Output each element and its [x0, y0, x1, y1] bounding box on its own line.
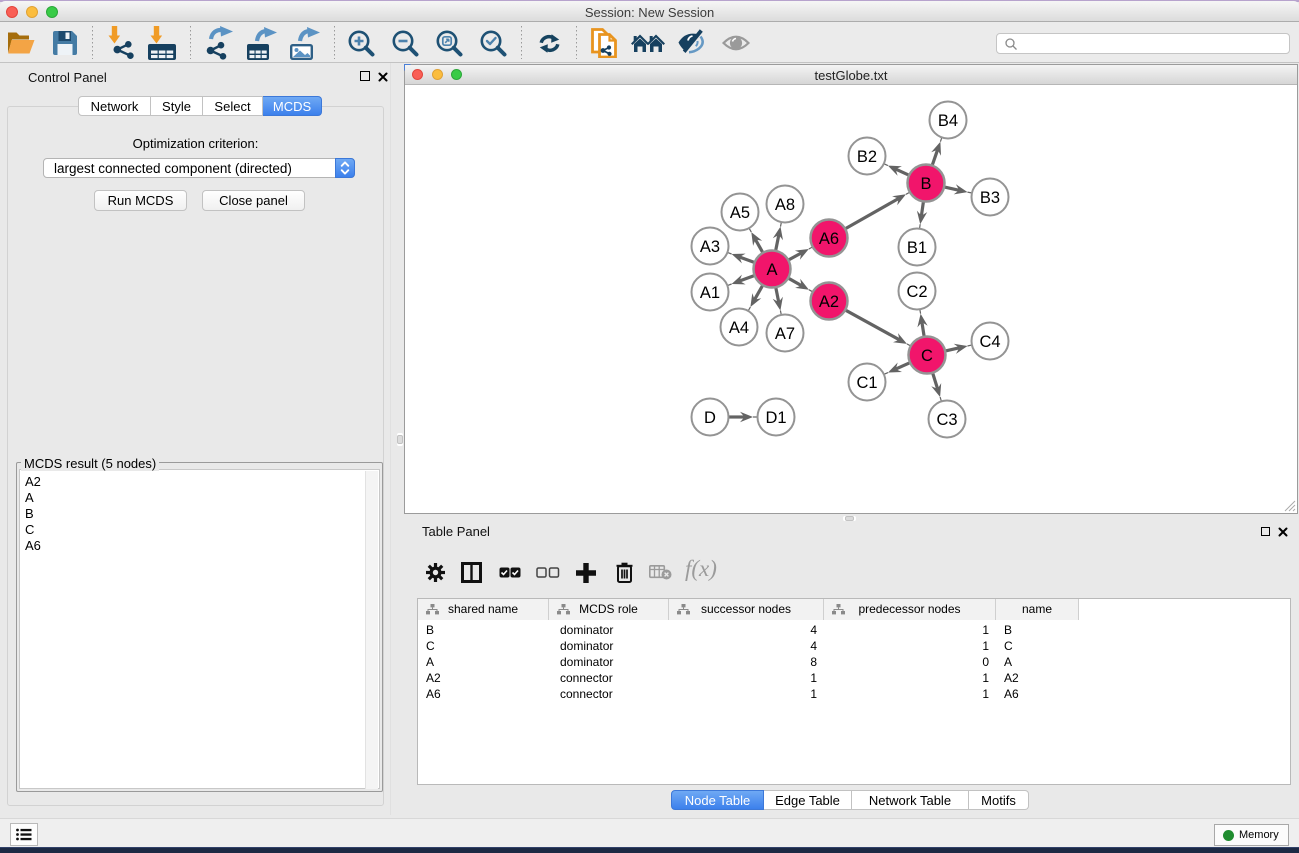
svg-text:A8: A8: [775, 196, 795, 214]
svg-text:C2: C2: [906, 283, 927, 301]
svg-text:B1: B1: [907, 239, 927, 257]
svg-text:B: B: [920, 175, 931, 193]
svg-text:A1: A1: [700, 284, 720, 302]
svg-text:C: C: [921, 347, 933, 365]
svg-text:A3: A3: [700, 238, 720, 256]
svg-text:A: A: [766, 261, 777, 279]
svg-text:A4: A4: [729, 319, 749, 337]
svg-text:C4: C4: [979, 333, 1000, 351]
svg-text:A6: A6: [819, 230, 839, 248]
svg-text:C3: C3: [936, 411, 957, 429]
svg-text:B3: B3: [980, 189, 1000, 207]
svg-text:A2: A2: [819, 293, 839, 311]
svg-text:B2: B2: [857, 148, 877, 166]
svg-text:D: D: [704, 409, 716, 427]
svg-text:D1: D1: [765, 409, 786, 427]
svg-text:B4: B4: [938, 112, 958, 130]
svg-text:A7: A7: [775, 325, 795, 343]
svg-text:A5: A5: [730, 204, 750, 222]
svg-text:C1: C1: [856, 374, 877, 392]
